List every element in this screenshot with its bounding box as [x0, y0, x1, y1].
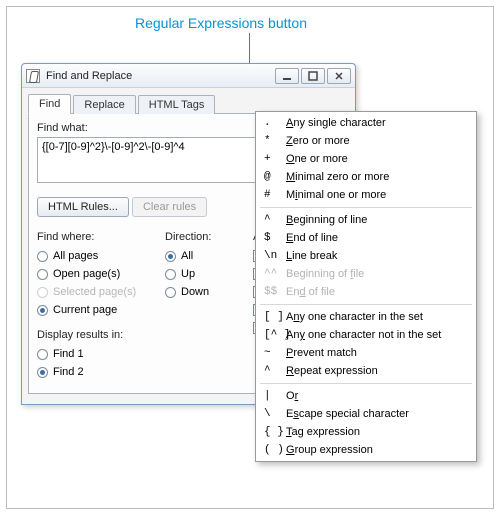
- menu-item-text: One or more: [286, 153, 348, 165]
- menu-item-symbol: ^: [264, 365, 286, 377]
- radio-current-page-label: Current page: [53, 304, 117, 316]
- menu-item-symbol: ^: [264, 214, 286, 226]
- menu-item-symbol: \n: [264, 250, 286, 262]
- radio-all-pages-label: All pages: [53, 250, 98, 262]
- menu-item-symbol: .: [264, 117, 286, 129]
- menu-item-6[interactable]: ^Beginning of line: [258, 211, 474, 229]
- menu-item-symbol: $$: [264, 286, 286, 298]
- menu-item-symbol: [ ]: [264, 311, 286, 323]
- radio-find1-label: Find 1: [53, 348, 84, 360]
- close-icon: [334, 71, 344, 81]
- html-rules-button[interactable]: HTML Rules...: [37, 197, 129, 217]
- minimize-icon: [282, 71, 292, 81]
- display-results-label: Display results in:: [37, 329, 147, 341]
- radio-open-pages[interactable]: Open page(s): [37, 265, 147, 283]
- radio-find1[interactable]: Find 1: [37, 345, 147, 363]
- menu-item-text: Escape special character: [286, 408, 409, 420]
- radio-find2-label: Find 2: [53, 366, 84, 378]
- tab-html-tags[interactable]: HTML Tags: [138, 95, 216, 114]
- menu-item-symbol: #: [264, 189, 286, 201]
- menu-item-15[interactable]: ^Repeat expression: [258, 362, 474, 380]
- menu-item-text: Repeat expression: [286, 365, 378, 377]
- menu-item-symbol: ^^: [264, 268, 286, 280]
- menu-item-text: Tag expression: [286, 426, 360, 438]
- clear-rules-button: Clear rules: [132, 197, 207, 217]
- menu-item-symbol: @: [264, 171, 286, 183]
- menu-item-text: Prevent match: [286, 347, 357, 359]
- titlebar: Find and Replace: [22, 64, 355, 88]
- menu-item-symbol: +: [264, 153, 286, 165]
- radio-open-pages-label: Open page(s): [53, 268, 120, 280]
- app-icon: [26, 69, 40, 83]
- menu-item-symbol: { }: [264, 426, 286, 438]
- regex-context-menu: .Any single character*Zero or more+One o…: [255, 111, 477, 462]
- radio-find2[interactable]: Find 2: [37, 363, 147, 381]
- menu-item-text: Any one character in the set: [286, 311, 423, 323]
- menu-item-12[interactable]: [ ]Any one character in the set: [258, 308, 474, 326]
- menu-item-text: Or: [286, 390, 298, 402]
- menu-item-10: $$End of file: [258, 283, 474, 301]
- menu-item-9: ^^Beginning of file: [258, 265, 474, 283]
- menu-item-text: End of file: [286, 286, 335, 298]
- menu-item-2[interactable]: +One or more: [258, 150, 474, 168]
- menu-item-text: Minimal zero or more: [286, 171, 389, 183]
- menu-item-text: Beginning of file: [286, 268, 364, 280]
- radio-dir-all[interactable]: All: [165, 247, 235, 265]
- menu-item-text: Minimal one or more: [286, 189, 386, 201]
- menu-item-text: Beginning of line: [286, 214, 367, 226]
- minimize-button[interactable]: [275, 68, 299, 84]
- menu-item-symbol: *: [264, 135, 286, 147]
- menu-item-7[interactable]: $End of line: [258, 229, 474, 247]
- tab-replace[interactable]: Replace: [73, 95, 135, 114]
- menu-separator: [260, 304, 472, 305]
- find-where-label: Find where:: [37, 231, 147, 243]
- menu-separator: [260, 207, 472, 208]
- menu-item-text: Any single character: [286, 117, 386, 129]
- menu-separator: [260, 383, 472, 384]
- menu-item-3[interactable]: @Minimal zero or more: [258, 168, 474, 186]
- menu-item-14[interactable]: ~Prevent match: [258, 344, 474, 362]
- maximize-icon: [308, 71, 318, 81]
- menu-item-text: Line break: [286, 250, 337, 262]
- direction-label: Direction:: [165, 231, 235, 243]
- radio-dir-down[interactable]: Down: [165, 283, 235, 301]
- tab-find[interactable]: Find: [28, 94, 71, 114]
- maximize-button[interactable]: [301, 68, 325, 84]
- menu-item-symbol: ( ): [264, 444, 286, 456]
- menu-item-symbol: [^ ]: [264, 329, 286, 341]
- menu-item-text: End of line: [286, 232, 338, 244]
- radio-current-page[interactable]: Current page: [37, 301, 147, 319]
- menu-item-symbol: $: [264, 232, 286, 244]
- menu-item-0[interactable]: .Any single character: [258, 114, 474, 132]
- window-title: Find and Replace: [46, 70, 273, 82]
- close-button[interactable]: [327, 68, 351, 84]
- radio-dir-all-label: All: [181, 250, 193, 262]
- menu-item-symbol: \: [264, 408, 286, 420]
- menu-item-17[interactable]: |Or: [258, 387, 474, 405]
- menu-item-18[interactable]: \Escape special character: [258, 405, 474, 423]
- radio-selected-pages: Selected page(s): [37, 283, 147, 301]
- menu-item-20[interactable]: ( )Group expression: [258, 441, 474, 459]
- menu-item-symbol: ~: [264, 347, 286, 359]
- menu-item-text: Any one character not in the set: [286, 329, 441, 341]
- menu-item-text: Zero or more: [286, 135, 350, 147]
- menu-item-8[interactable]: \nLine break: [258, 247, 474, 265]
- annotation-label: Regular Expressions button: [135, 15, 307, 31]
- radio-all-pages[interactable]: All pages: [37, 247, 147, 265]
- menu-item-text: Group expression: [286, 444, 373, 456]
- radio-dir-down-label: Down: [181, 286, 209, 298]
- radio-dir-up[interactable]: Up: [165, 265, 235, 283]
- menu-item-13[interactable]: [^ ]Any one character not in the set: [258, 326, 474, 344]
- radio-selected-pages-label: Selected page(s): [53, 286, 136, 298]
- radio-dir-up-label: Up: [181, 268, 195, 280]
- menu-item-symbol: |: [264, 390, 286, 402]
- menu-item-1[interactable]: *Zero or more: [258, 132, 474, 150]
- menu-item-4[interactable]: #Minimal one or more: [258, 186, 474, 204]
- menu-item-19[interactable]: { }Tag expression: [258, 423, 474, 441]
